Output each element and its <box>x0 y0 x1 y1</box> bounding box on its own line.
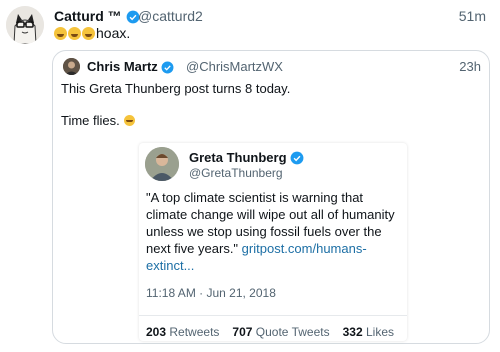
tweet-timestamp[interactable]: 51m <box>459 8 486 24</box>
card-divider <box>139 315 407 316</box>
tweet-author-handle[interactable]: @catturd2 <box>138 8 203 24</box>
card-author-avatar <box>145 147 179 181</box>
verified-badge-icon <box>161 61 174 74</box>
card-body: "A top climate scientist is warning that… <box>146 189 401 274</box>
laughing-emoji-icon <box>82 26 95 40</box>
quote-tweets-stat: 707 Quote Tweets <box>232 325 330 339</box>
likes-stat: 332 Likes <box>342 325 394 339</box>
embedded-tweet-card[interactable]: Greta Thunberg @GretaThunberg "A top cli… <box>139 143 407 341</box>
smiling-emoji-icon <box>123 115 135 126</box>
quoted-timestamp[interactable]: 23h <box>459 59 481 74</box>
quoted-text-line2: Time flies. <box>61 113 135 128</box>
tweet-author-name[interactable]: Catturd ™ <box>54 8 140 24</box>
tweet-text-content: hoax. <box>96 25 131 41</box>
person-avatar-image <box>63 58 80 75</box>
quoted-tweet[interactable]: Chris Martz @ChrisMartzWX 23h This Greta… <box>52 50 490 344</box>
laughing-emoji-icon <box>68 26 81 40</box>
quoted-author-name[interactable]: Chris Martz <box>87 59 174 74</box>
quoted-text-line1: This Greta Thunberg post turns 8 today. <box>61 81 291 96</box>
card-date: 11:18 AM · Jun 21, 2018 <box>146 286 276 300</box>
person-avatar-image <box>145 147 179 181</box>
catturd-avatar[interactable] <box>6 6 44 44</box>
card-stats: 203 Retweets 707 Quote Tweets 332 Likes <box>146 325 394 339</box>
retweets-stat: 203 Retweets <box>146 325 220 339</box>
verified-badge-icon <box>290 151 304 165</box>
card-author-name: Greta Thunberg <box>189 150 304 165</box>
tweet-text: hoax. <box>54 25 130 41</box>
card-author-handle: @GretaThunberg <box>189 166 283 180</box>
quoted-author-avatar[interactable] <box>63 58 80 75</box>
quoted-author-handle[interactable]: @ChrisMartzWX <box>186 59 283 74</box>
cat-avatar-image <box>6 6 44 44</box>
laughing-emoji-icon <box>54 26 67 40</box>
